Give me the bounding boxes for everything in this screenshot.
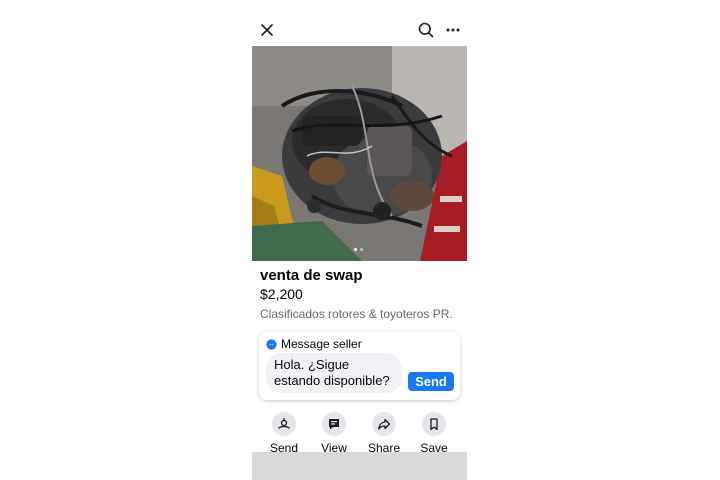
- listing-actions: Send View Share Save: [252, 412, 467, 456]
- pager-dot: [360, 248, 363, 251]
- search-icon: [418, 22, 434, 38]
- more-options-button[interactable]: [442, 19, 464, 41]
- view-action-circle: [322, 412, 346, 436]
- messenger-icon: [266, 338, 277, 350]
- share-action-button[interactable]: Share: [359, 412, 409, 455]
- top-bar: [252, 0, 467, 46]
- save-action-circle: [422, 412, 446, 436]
- close-icon: [261, 24, 273, 36]
- share-action-circle: [372, 412, 396, 436]
- send-icon: [278, 417, 290, 429]
- view-action-button[interactable]: View: [309, 412, 359, 455]
- send-action-circle: [272, 412, 296, 436]
- message-draft-input[interactable]: Hola. ¿Sigue estando disponible?: [266, 353, 402, 393]
- photo-pager: [354, 248, 363, 251]
- listing-screen: venta de swap $2,200 Clasificados rotore…: [252, 0, 467, 480]
- pager-dot-active: [354, 248, 357, 251]
- close-button[interactable]: [256, 19, 278, 41]
- listing-photo[interactable]: [252, 46, 467, 261]
- search-button[interactable]: [415, 19, 437, 41]
- bookmark-icon: [430, 418, 438, 431]
- send-message-button[interactable]: Send: [408, 372, 454, 391]
- engine-swap-photo: [252, 46, 467, 261]
- message-seller-header: Message seller: [266, 337, 362, 351]
- view-icon: [329, 419, 339, 430]
- save-action-button[interactable]: Save: [409, 412, 459, 455]
- more-horizontal-icon: [446, 28, 460, 32]
- listing-price: $2,200: [260, 286, 303, 302]
- listing-title: venta de swap: [260, 267, 363, 284]
- send-action-button[interactable]: Send: [259, 412, 309, 455]
- message-seller-card: Message seller Hola. ¿Sigue estando disp…: [259, 332, 460, 400]
- share-icon: [378, 418, 391, 430]
- listing-group-link[interactable]: Clasificados rotores & toyoteros PR.: [260, 307, 453, 321]
- message-seller-label: Message seller: [281, 337, 362, 351]
- bottom-sheet-edge: [252, 452, 467, 480]
